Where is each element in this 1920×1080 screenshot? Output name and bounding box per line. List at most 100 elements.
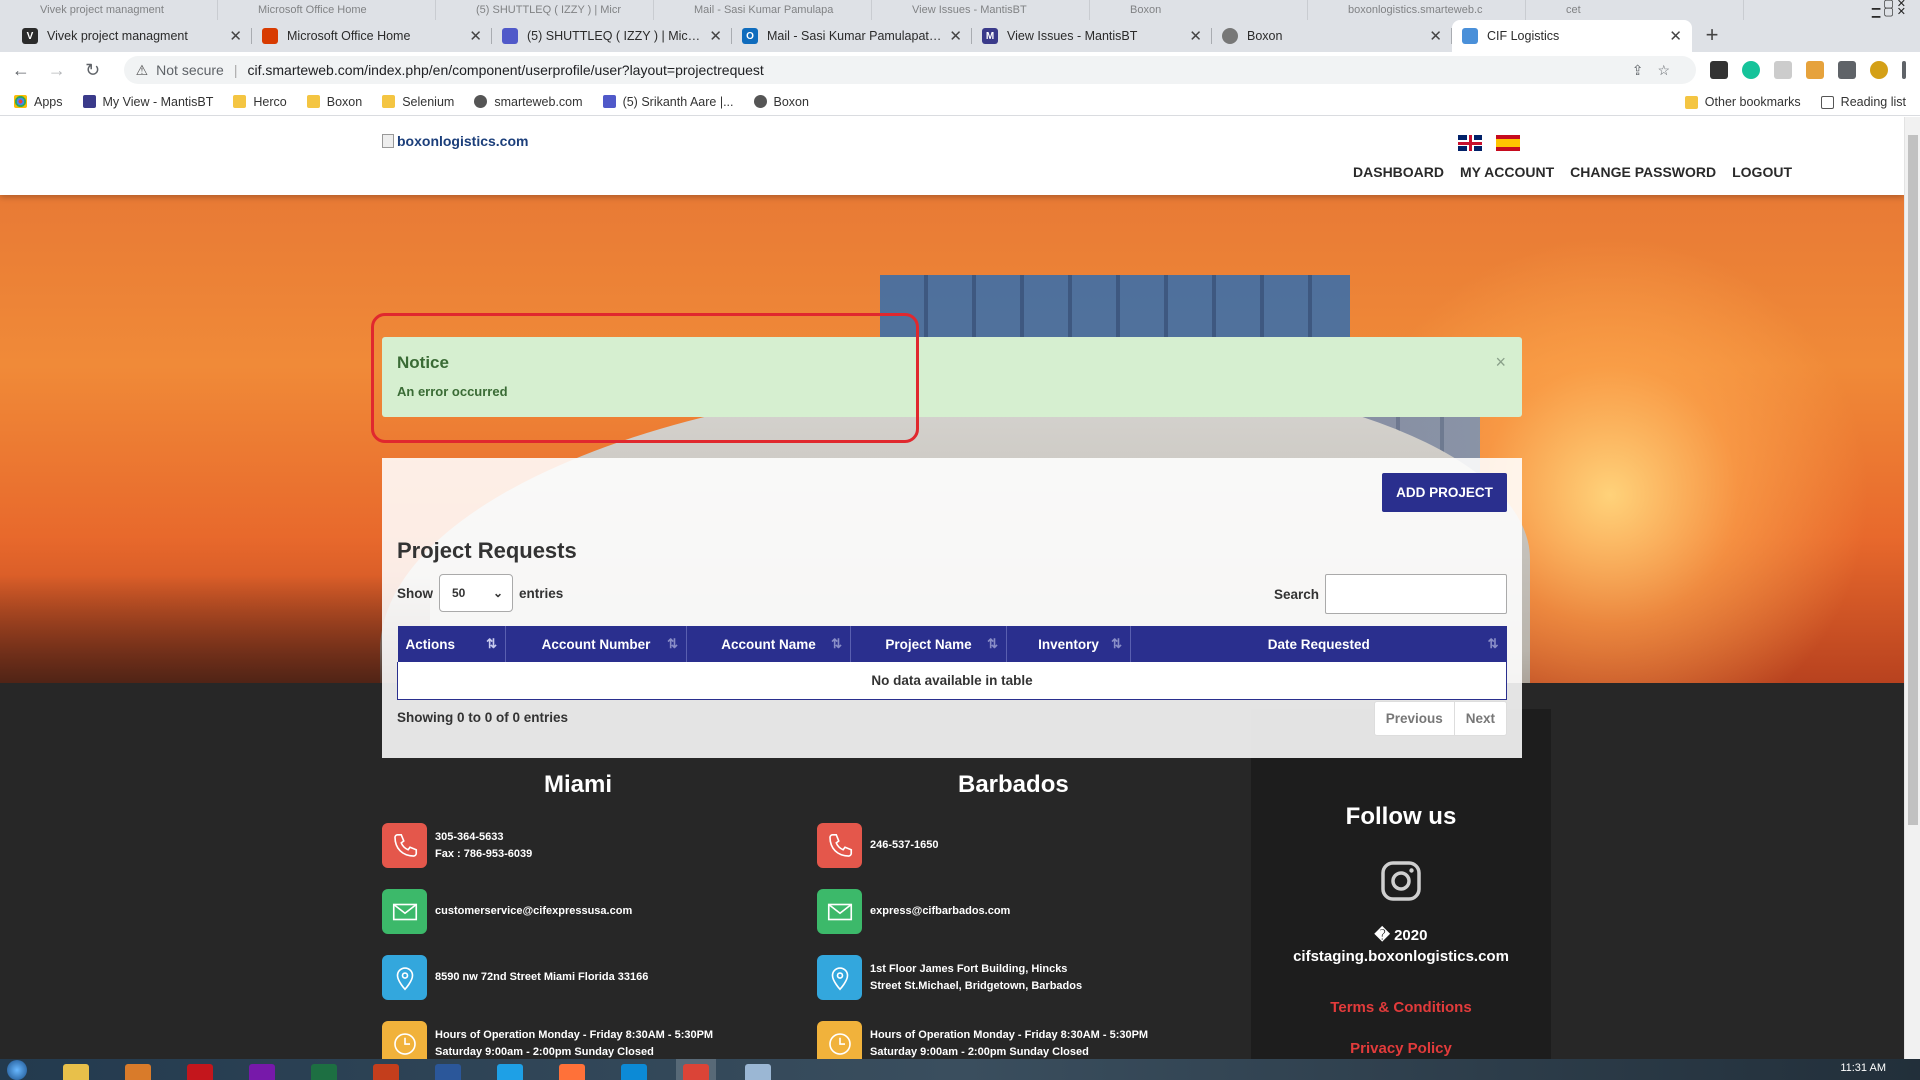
background-tab[interactable]: Vivek project managment — [0, 0, 218, 20]
close-tab-icon[interactable]: ✕ — [229, 27, 242, 45]
taskbar-ie[interactable] — [490, 1059, 530, 1080]
extension-icon[interactable] — [1806, 61, 1825, 79]
next-button[interactable]: Next — [1453, 702, 1506, 735]
share-icon[interactable]: ⇪ — [1632, 62, 1658, 78]
tab-office[interactable]: Microsoft Office Home ✕ — [252, 20, 492, 52]
taskbar-firefox[interactable] — [552, 1059, 592, 1080]
reload-button[interactable]: ↻ — [78, 60, 108, 81]
new-tab-button[interactable]: + — [1698, 22, 1726, 50]
background-tab[interactable]: cet — [1526, 0, 1744, 20]
table-row: No data available in table — [397, 662, 1507, 700]
column-account-name[interactable]: Account Name ⇅ — [686, 626, 851, 662]
extension-icon[interactable] — [1774, 61, 1793, 79]
background-tab[interactable]: Mail - Sasi Kumar Pamulapa — [654, 0, 872, 20]
bookmark-teams[interactable]: (5) Srikanth Aare |... — [602, 95, 734, 109]
nav-my-account[interactable]: MY ACCOUNT — [1460, 164, 1554, 180]
phone-number[interactable]: 305-364-5633 — [435, 829, 532, 846]
tab-vivek[interactable]: V Vivek project managment ✕ — [12, 20, 252, 52]
start-button[interactable] — [0, 1059, 34, 1080]
restore-icon[interactable]: ▁ ▢ ✕ — [1872, 7, 1906, 18]
close-tab-icon[interactable]: ✕ — [949, 27, 962, 45]
phone-number[interactable]: 246-537-1650 — [870, 837, 939, 854]
taskbar-acrobat[interactable] — [180, 1059, 220, 1080]
bookmark-label: My View - MantisBT — [102, 94, 214, 109]
terms-link[interactable]: Terms & Conditions — [1251, 999, 1551, 1016]
taskbar-onenote[interactable] — [242, 1059, 282, 1080]
column-date-requested[interactable]: Date Requested ⇅ — [1130, 626, 1507, 662]
taskbar-clock[interactable]: 11:31 AM — [1840, 1062, 1886, 1074]
nav-logout[interactable]: LOGOUT — [1732, 164, 1792, 180]
close-tab-icon[interactable]: ✕ — [1429, 27, 1442, 45]
star-icon[interactable]: ☆ — [1657, 62, 1684, 78]
bookmark-herco[interactable]: Herco — [233, 95, 287, 109]
taskbar-chrome[interactable] — [676, 1059, 716, 1080]
tab-cif-logistics[interactable]: CIF Logistics ✕ — [1452, 20, 1692, 52]
close-tab-icon[interactable]: ✕ — [469, 27, 482, 45]
taskbar-explorer[interactable] — [56, 1059, 96, 1080]
site-logo[interactable]: boxonlogistics.com — [382, 133, 528, 149]
tab-mantis[interactable]: M View Issues - MantisBT ✕ — [972, 20, 1212, 52]
grammarly-icon[interactable] — [1742, 61, 1761, 79]
reading-list[interactable]: Reading list — [1820, 95, 1906, 109]
puzzle-icon[interactable] — [1838, 61, 1857, 79]
url-text[interactable]: cif.smarteweb.com/index.php/en/component… — [247, 62, 1631, 78]
entries-select[interactable]: 50 ⌄ — [439, 574, 513, 612]
bookmark-boxon[interactable]: Boxon — [753, 95, 809, 109]
browser-tab-strip: Vivek project managment Microsoft Office… — [0, 0, 1920, 52]
fax-number: Fax : 786-953-6039 — [435, 847, 533, 860]
column-project-name[interactable]: Project Name ⇅ — [850, 626, 1007, 662]
add-project-button[interactable]: ADD PROJECT — [1382, 473, 1507, 512]
tab-outlook[interactable]: O Mail - Sasi Kumar Pamulapati - O ✕ — [732, 20, 972, 52]
extension-icon[interactable] — [1710, 61, 1729, 79]
email-link[interactable]: customerservice@cifexpressusa.com — [435, 903, 632, 920]
forward-button[interactable]: → — [42, 60, 72, 81]
background-tab[interactable]: View Issues - MantisBT — [872, 0, 1090, 20]
close-icon[interactable]: × — [1495, 352, 1506, 373]
instagram-icon[interactable] — [1379, 859, 1423, 903]
bookmark-smarteweb[interactable]: smarteweb.com — [474, 95, 583, 109]
mantis-favicon-icon: M — [982, 28, 998, 44]
entries-length-control: Show 50 ⌄ entries — [397, 574, 563, 612]
uk-flag-icon[interactable] — [1458, 135, 1482, 151]
column-inventory[interactable]: Inventory ⇅ — [1006, 626, 1131, 662]
column-account-number[interactable]: Account Number ⇅ — [505, 626, 687, 662]
menu-kebab-icon[interactable] — [1902, 61, 1907, 79]
bookmark-selenium[interactable]: Selenium — [382, 95, 454, 109]
back-button[interactable]: ← — [6, 60, 36, 81]
profile-avatar[interactable] — [1870, 61, 1889, 79]
bookmark-boxon-folder[interactable]: Boxon — [306, 95, 362, 109]
other-bookmarks[interactable]: Other bookmarks — [1684, 95, 1801, 109]
email-link[interactable]: express@cifbarbados.com — [870, 903, 1010, 920]
close-tab-icon[interactable]: ✕ — [709, 27, 722, 45]
previous-button[interactable]: Previous — [1375, 702, 1454, 735]
scrollbar-thumb[interactable] — [1908, 135, 1918, 825]
security-label[interactable]: Not secure — [156, 62, 224, 78]
nav-change-password[interactable]: CHANGE PASSWORD — [1570, 164, 1716, 180]
warning-icon[interactable]: ⚠ — [136, 62, 149, 79]
bookmark-mantis[interactable]: My View - MantisBT — [82, 94, 214, 109]
taskbar-media[interactable] — [118, 1059, 158, 1080]
close-tab-icon[interactable]: ✕ — [1669, 27, 1682, 45]
follow-us-heading: Follow us — [1345, 803, 1457, 830]
bookmark-apps[interactable]: Apps — [14, 95, 63, 109]
address-bar[interactable]: ⚠ Not secure | cif.smarteweb.com/index.p… — [123, 56, 1697, 84]
page-scrollbar[interactable] — [1904, 117, 1920, 1059]
background-tab[interactable]: Boxon — [1090, 0, 1308, 20]
background-tab[interactable]: (5) SHUTTLEQ ( IZZY ) | Micr — [436, 0, 654, 20]
search-input[interactable] — [1325, 574, 1507, 614]
taskbar-powerpoint[interactable] — [366, 1059, 406, 1080]
nav-dashboard[interactable]: DASHBOARD — [1353, 164, 1444, 180]
taskbar-excel[interactable] — [304, 1059, 344, 1080]
spain-flag-icon[interactable] — [1496, 135, 1520, 151]
privacy-link[interactable]: Privacy Policy — [1251, 1040, 1551, 1057]
tab-boxon[interactable]: Boxon ✕ — [1212, 20, 1452, 52]
background-tab[interactable]: Microsoft Office Home — [218, 0, 436, 20]
taskbar-paint[interactable] — [738, 1059, 778, 1080]
close-tab-icon[interactable]: ✕ — [1189, 27, 1202, 45]
tab-teams[interactable]: (5) SHUTTLEQ ( IZZY ) | Microsoft ✕ — [492, 20, 732, 52]
apps-grid-icon — [14, 95, 27, 108]
background-tab[interactable]: boxonlogistics.smarteweb.c — [1308, 0, 1526, 20]
taskbar-edge[interactable] — [614, 1059, 654, 1080]
column-actions[interactable]: Actions ⇅ — [397, 626, 506, 662]
taskbar-word[interactable] — [428, 1059, 468, 1080]
